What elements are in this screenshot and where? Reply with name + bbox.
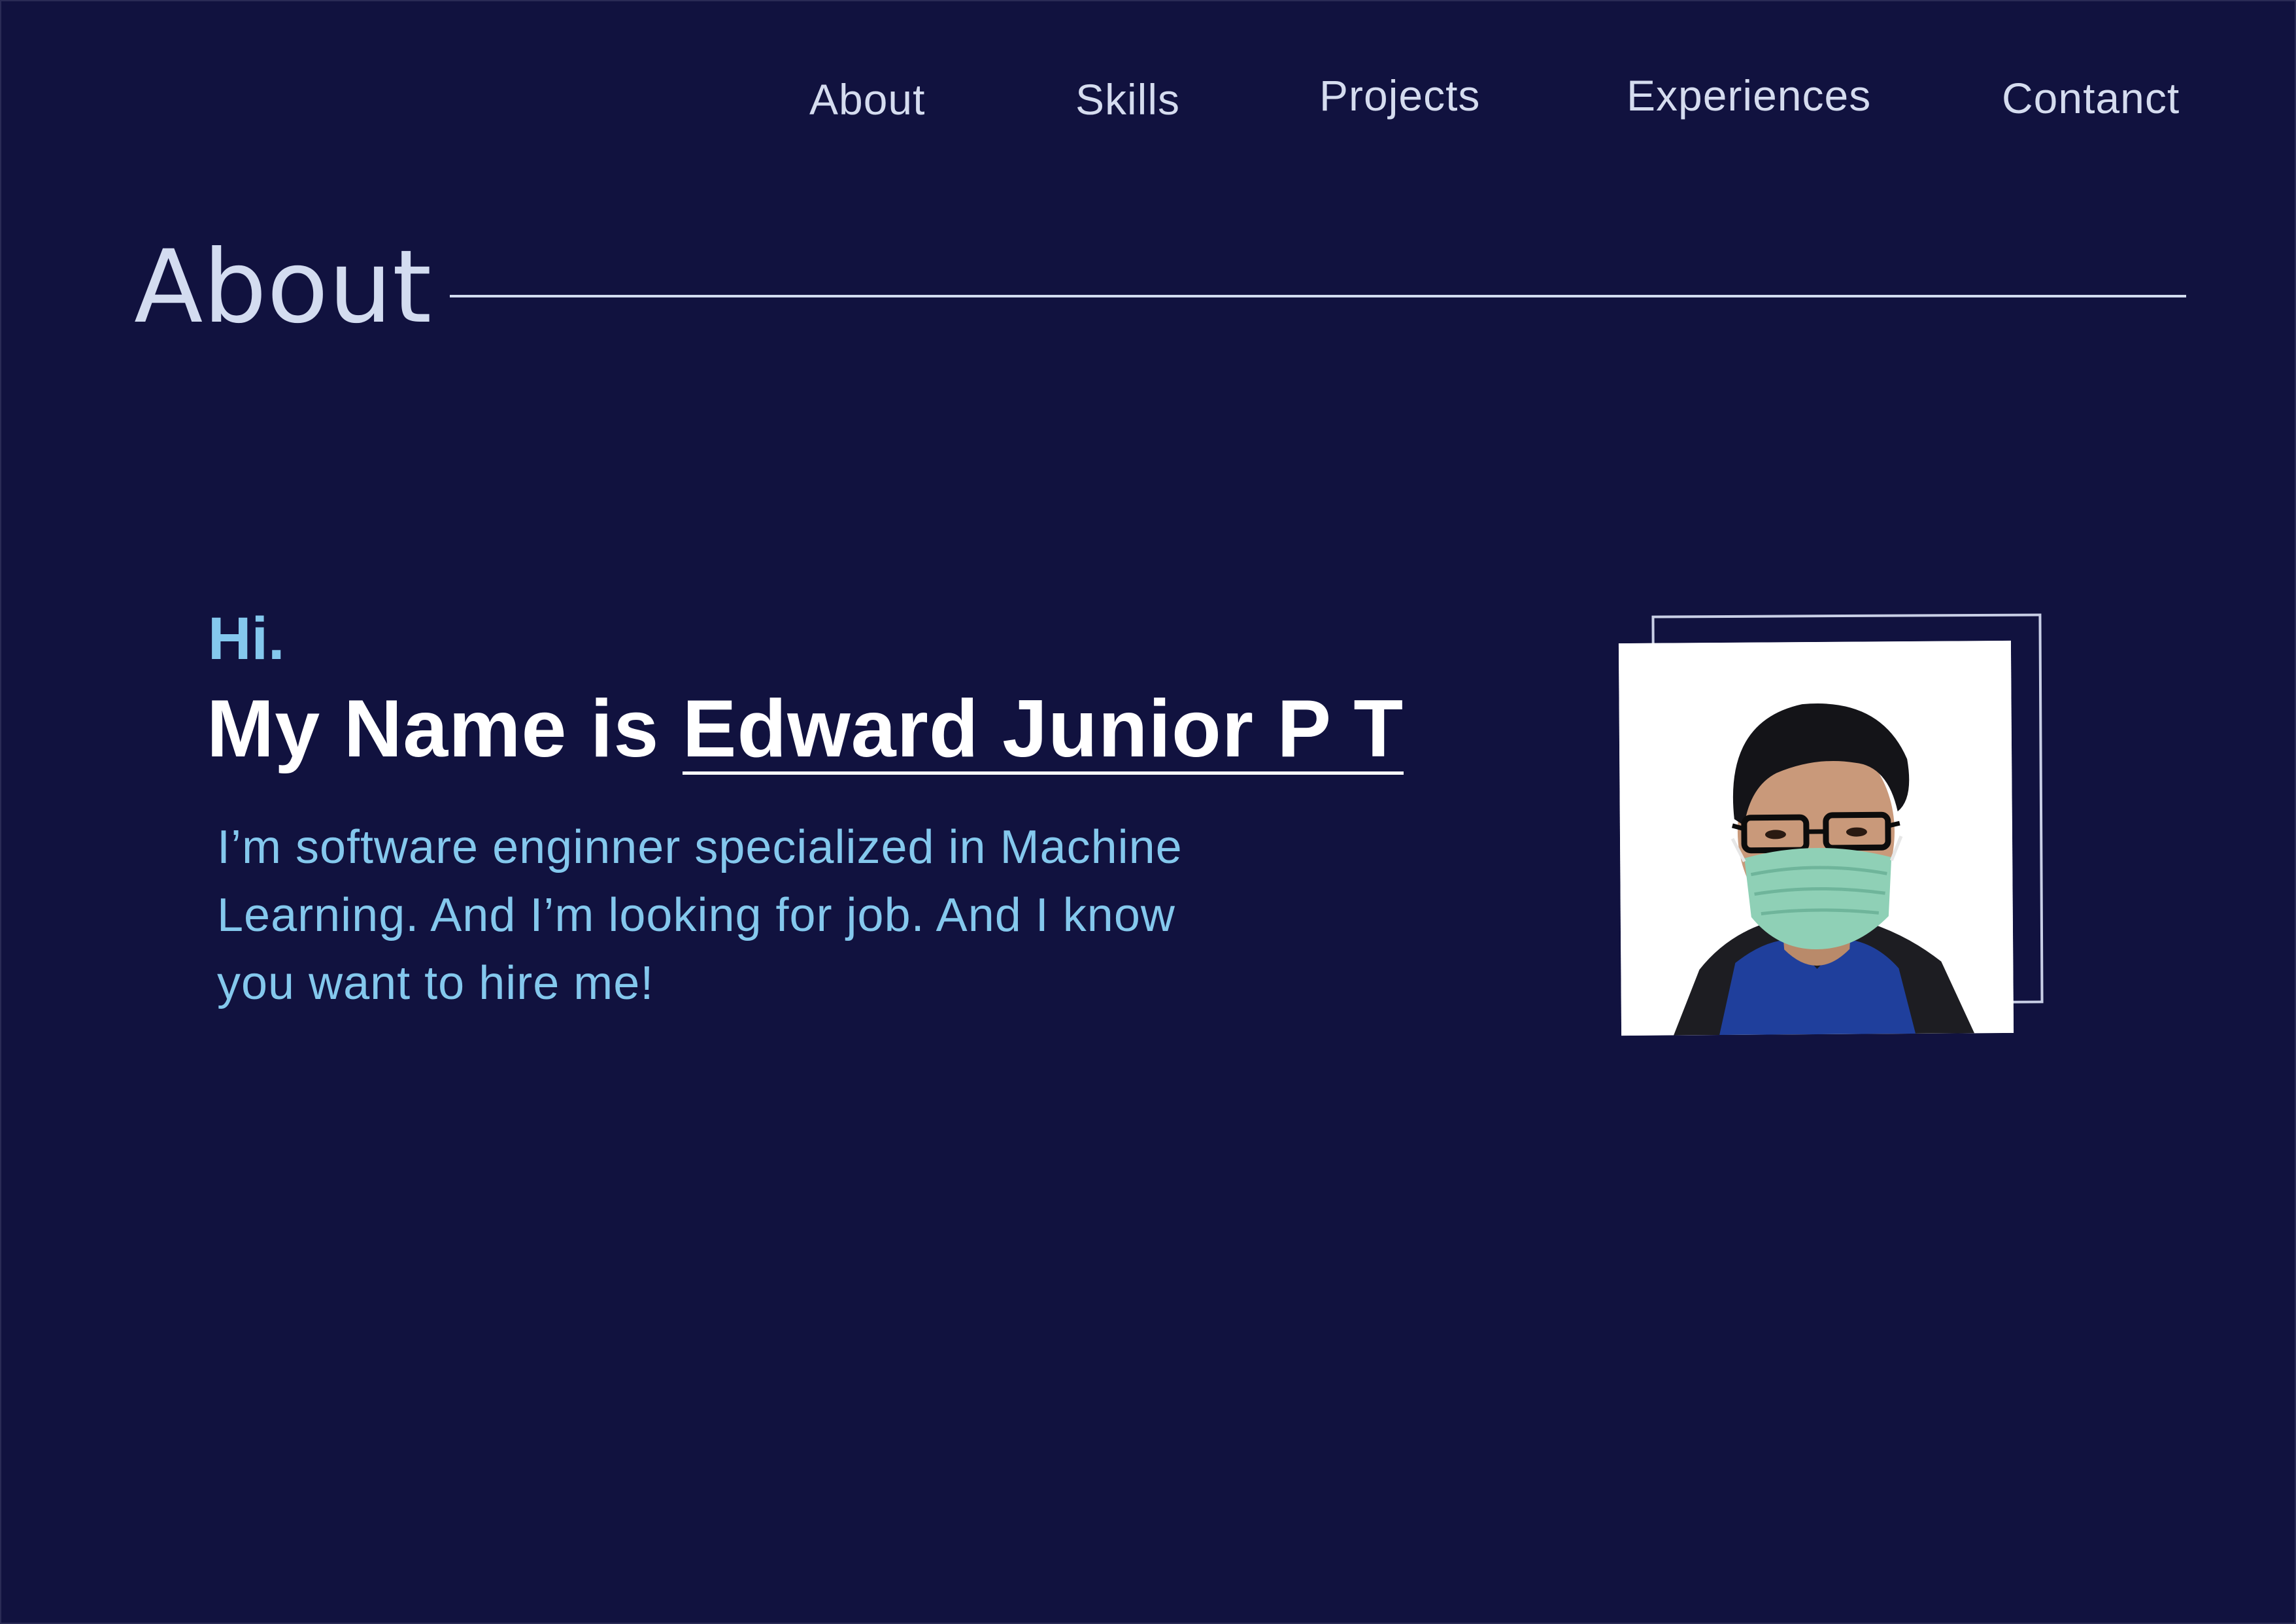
section-divider (450, 295, 2186, 297)
section-title: About (134, 229, 432, 346)
bio-text: I’m software enginner specialized in Mac… (217, 821, 1183, 1009)
greeting-text: Hi. (208, 605, 285, 672)
nav-link-contact[interactable]: Contanct (2002, 71, 2180, 126)
nav-link-skills[interactable]: Skills (1075, 72, 1180, 127)
nav-link-about[interactable]: About (809, 72, 925, 127)
name-prefix: My Name is (207, 684, 660, 774)
name-highlight: Edward Junior P T (682, 684, 1404, 775)
name-heading: My Name is Edward Junior P T (207, 683, 1404, 775)
profile-photo-icon (1618, 640, 2014, 1036)
nav-link-projects[interactable]: Projects (1319, 68, 1480, 123)
nav-link-experiences[interactable]: Experiences (1627, 68, 1871, 123)
profile-photo (1618, 640, 2014, 1036)
